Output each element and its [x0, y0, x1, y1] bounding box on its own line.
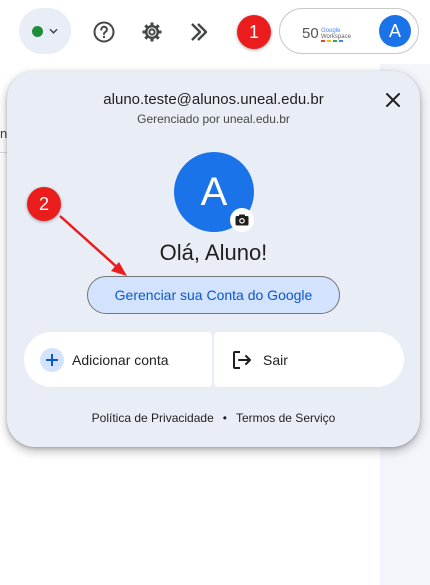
- managed-by-text: Gerenciado por uneal.edu.br: [137, 112, 290, 126]
- camera-icon: [235, 214, 249, 226]
- gemini-icon[interactable]: [188, 20, 212, 44]
- close-icon[interactable]: [384, 91, 402, 109]
- help-icon[interactable]: [92, 20, 116, 44]
- privacy-link[interactable]: Política de Privacidade: [92, 411, 214, 425]
- card-footer: Política de Privacidade • Termos de Serviç…: [7, 411, 420, 425]
- sign-out-label: Sair: [263, 351, 288, 368]
- chevron-down-icon: [49, 28, 58, 34]
- plus-icon: [40, 347, 64, 372]
- settings-icon[interactable]: [140, 20, 164, 44]
- separator: •: [222, 411, 227, 425]
- step-2-badge: 2: [27, 187, 61, 221]
- sign-out-icon: [233, 350, 251, 369]
- terms-link[interactable]: Termos de Serviço: [236, 411, 335, 425]
- svg-text:Workspace: Workspace: [321, 34, 352, 40]
- svg-text:50: 50: [302, 25, 319, 42]
- status-button[interactable]: [19, 8, 71, 54]
- change-photo-button[interactable]: [230, 208, 254, 232]
- manage-account-button[interactable]: Gerenciar sua Conta do Google: [87, 276, 340, 314]
- account-actions: Adicionar conta Sair: [24, 332, 404, 387]
- account-email: aluno.teste@alunos.uneal.edu.br: [103, 91, 324, 108]
- step-1-badge: 1: [237, 15, 271, 49]
- add-account-label: Adicionar conta: [72, 351, 169, 368]
- greeting: Olá, Aluno!: [159, 240, 268, 265]
- account-switcher[interactable]: 50 Google Workspace A: [279, 8, 419, 54]
- sign-out-button[interactable]: Sair: [214, 332, 404, 387]
- workspace-logo: 50 Google Workspace: [302, 25, 352, 42]
- status-dot-icon: [32, 25, 43, 37]
- account-card: aluno.teste@alunos.uneal.edu.br Gerencia…: [7, 71, 420, 447]
- avatar[interactable]: A: [379, 15, 411, 47]
- add-account-button[interactable]: Adicionar conta: [24, 332, 212, 387]
